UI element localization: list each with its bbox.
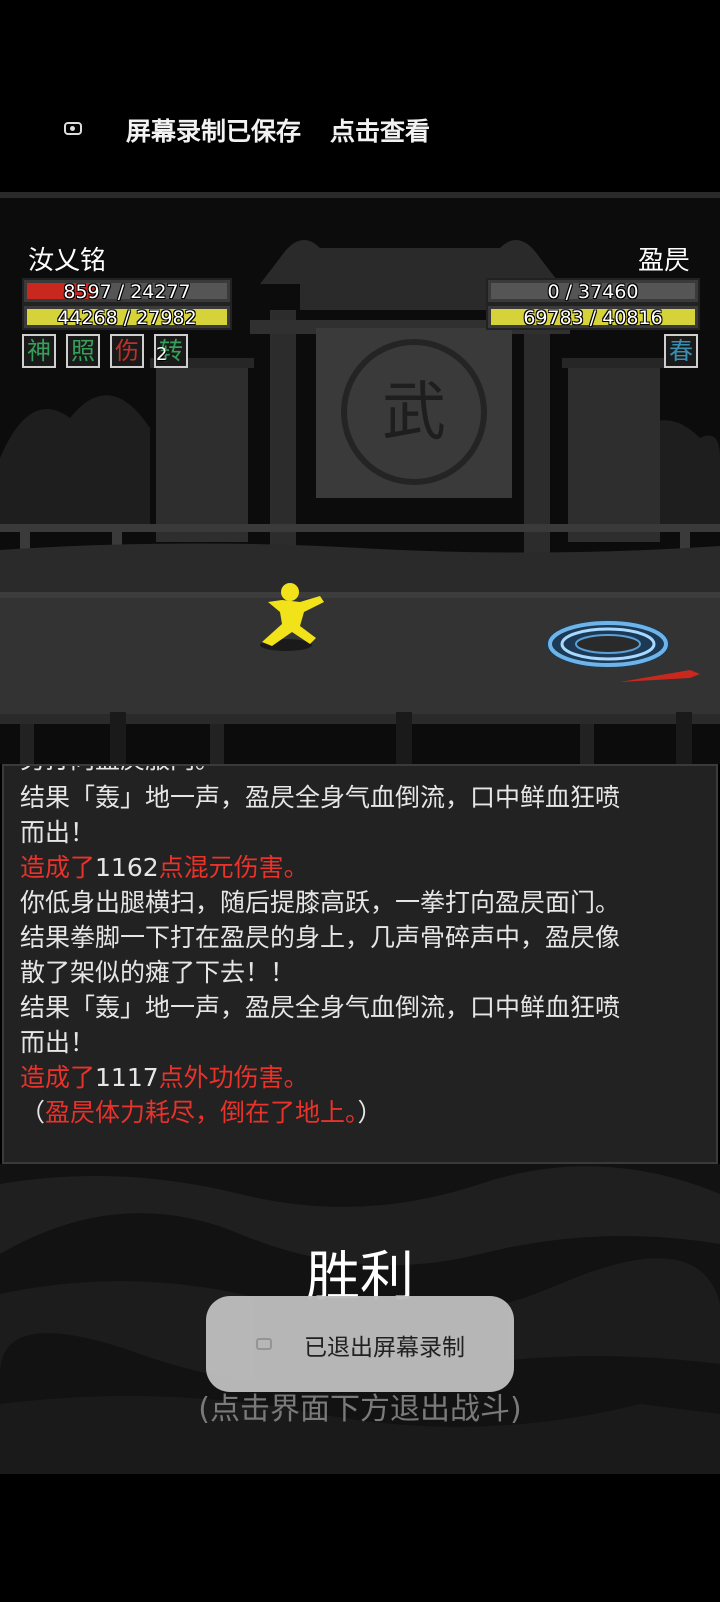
status-effect-label: 伤: [115, 337, 139, 365]
log-text: 1162: [95, 853, 159, 882]
log-damage-text: 造成了: [20, 853, 96, 882]
gate-emblem: 武: [382, 376, 446, 450]
side-scroll: [156, 366, 248, 542]
enemy-hp-bar: 0 / 37460: [486, 278, 700, 304]
log-line: 结果拳脚一下打在盈昃的身上，几声骨碎声中，盈昃像: [20, 920, 710, 955]
log-text: 结果拳脚一下打在盈昃的身上，几声骨碎声中，盈昃像: [20, 923, 621, 952]
status-effect-count: 2: [156, 344, 168, 365]
side-scroll: [568, 366, 660, 542]
log-line: 结果「轰」地一声，盈昃全身气血倒流，口中鲜血狂喷: [20, 780, 710, 815]
status-effect-3[interactable]: 伤: [110, 334, 144, 368]
gate-pillar: [524, 310, 550, 560]
status-effect-label: 神: [27, 337, 51, 365]
player-mp-text: 44268 / 27982: [57, 307, 197, 329]
log-line: 造成了1162点混元伤害。: [20, 850, 710, 885]
log-damage-text: 点混元伤害。: [158, 853, 309, 882]
enemy-vortex-effect: [546, 620, 670, 668]
log-line: 结果「轰」地一声，盈昃全身气血倒流，口中鲜血狂喷: [20, 990, 710, 1025]
log-clipped-line: 另打向盈昃服门。: [20, 766, 220, 776]
status-effect-label: 春: [669, 337, 693, 365]
record-stopped-toast: 已退出屏幕录制: [206, 1296, 514, 1392]
player-hp-bar: 8597 / 24277: [22, 278, 232, 304]
player-hp-text: 8597 / 24277: [63, 281, 191, 303]
fence-rail: [0, 524, 720, 532]
enemy-name: 盈昃: [637, 246, 690, 276]
log-line: 而出！: [20, 1025, 710, 1060]
status-effect-1[interactable]: 神: [22, 334, 56, 368]
log-text: 而出！: [20, 1028, 96, 1057]
gate-pillar: [270, 310, 296, 560]
player-name: 汝乂铭: [28, 246, 107, 276]
combat-log[interactable]: 另打向盈昃服门。 结果「轰」地一声，盈昃全身气血倒流，口中鲜血狂喷而出！造成了1…: [2, 764, 718, 1164]
status-effect-1[interactable]: 春: [664, 334, 698, 368]
enemy-hp-text: 0 / 37460: [547, 281, 639, 303]
log-line: 你低身出腿横扫，随后提膝高跃，一拳打向盈昃面门。: [20, 885, 710, 920]
player-mp-bar: 44268 / 27982: [22, 304, 232, 330]
enemy-mp-bar: 69783 / 40816: [486, 304, 700, 330]
log-text: （: [20, 1098, 46, 1127]
notification-text: 屏幕录制已保存: [126, 117, 302, 146]
log-text: 1117: [95, 1063, 159, 1092]
log-line: 而出！: [20, 815, 710, 850]
toast-text: 已退出屏幕录制: [304, 1335, 465, 1361]
status-effect-4[interactable]: 转2: [154, 334, 188, 368]
log-line: 散了架似的瘫了下去！！: [20, 955, 710, 990]
front-fence: [0, 714, 720, 724]
status-effect-label: 照: [71, 337, 95, 365]
enemy-mp-text: 69783 / 40816: [523, 307, 663, 329]
log-damage-text: 盈昃体力耗尽，倒在了地上。: [45, 1098, 358, 1127]
screen-record-notification[interactable]: 屏幕录制已保存 点击查看: [0, 0, 720, 190]
status-effect-2[interactable]: 照: [66, 334, 100, 368]
log-text: 散了架似的瘫了下去！！: [20, 958, 296, 987]
log-text: 你低身出腿横扫，随后提膝高跃，一拳打向盈昃面门。: [20, 888, 621, 917]
log-damage-text: 造成了: [20, 1063, 96, 1092]
screen-record-icon: [256, 1338, 272, 1350]
log-line: （盈昃体力耗尽，倒在了地上。）: [20, 1095, 710, 1130]
battle-scene: 武 汝乂铭 8597 / 24277 44268 / 27982 神 照 伤 转…: [0, 192, 720, 764]
log-damage-text: 点外功伤害。: [158, 1063, 309, 1092]
notification-view-link[interactable]: 点击查看: [330, 112, 430, 148]
log-line: 造成了1117点外功伤害。: [20, 1060, 710, 1095]
log-text: ）: [357, 1098, 383, 1127]
screen-record-icon: [64, 122, 82, 135]
log-text: 而出！: [20, 818, 96, 847]
log-text: 结果「轰」地一声，盈昃全身气血倒流，口中鲜血狂喷: [20, 783, 621, 812]
log-text: 结果「轰」地一声，盈昃全身气血倒流，口中鲜血狂喷: [20, 993, 621, 1022]
